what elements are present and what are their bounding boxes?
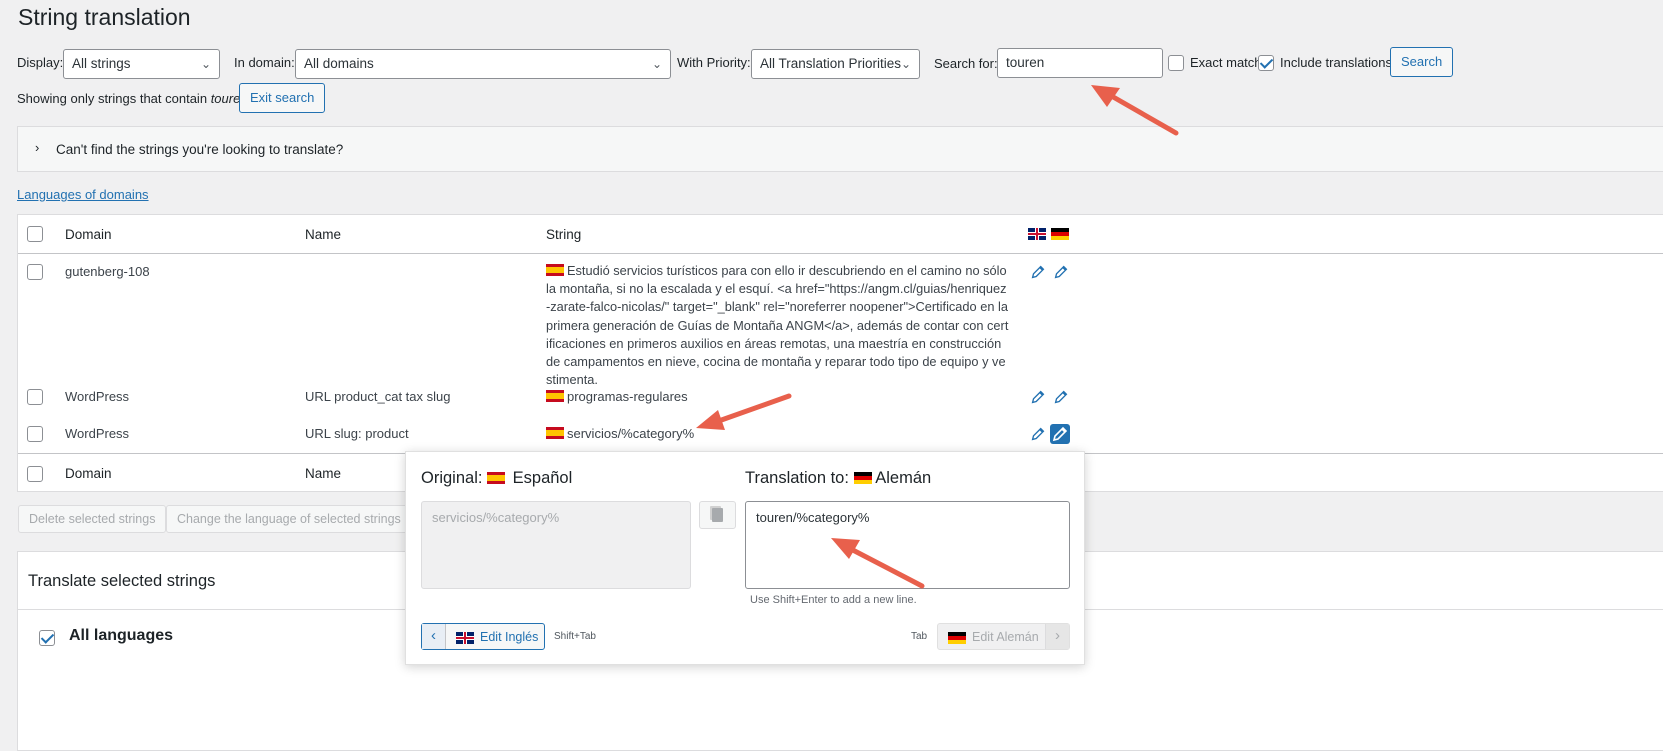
annotation-arrows — [696, 85, 1179, 589]
annotation-arrow-string — [696, 393, 792, 430]
annotation-arrow-translation — [831, 538, 925, 589]
annotation-arrow-search — [1091, 85, 1179, 136]
